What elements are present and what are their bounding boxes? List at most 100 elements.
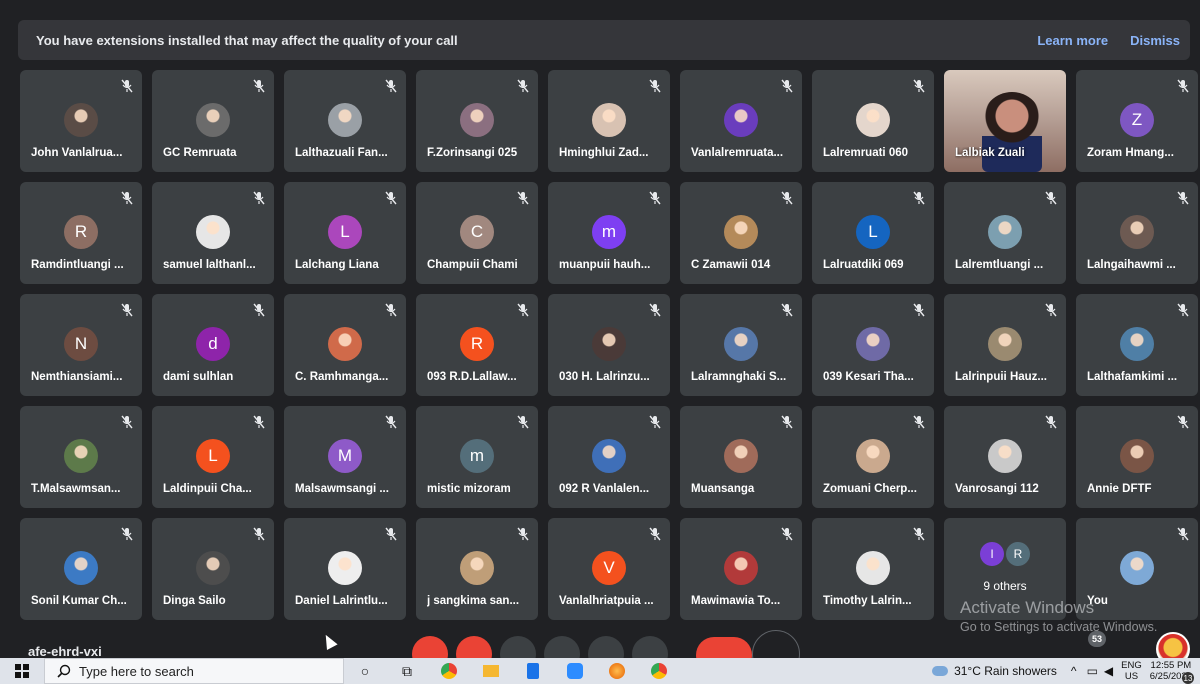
leave-call-button[interactable] — [696, 637, 752, 658]
participant-tile[interactable]: samuel lalthanl... — [152, 182, 274, 284]
participant-tile[interactable]: Lalremtluangi ... — [944, 182, 1066, 284]
participant-tile[interactable]: V Vanlalhriatpuia ... — [548, 518, 670, 620]
participant-tile[interactable]: R 093 R.D.Lallaw... — [416, 294, 538, 396]
participant-tile[interactable]: Muansanga — [680, 406, 802, 508]
cortana-icon[interactable]: ○ — [344, 658, 386, 684]
dismiss-button[interactable]: Dismiss — [1130, 33, 1180, 48]
participant-name: Zomuani Cherp... — [823, 483, 917, 495]
participant-tile[interactable]: L Lalchang Liana — [284, 182, 406, 284]
expand-button[interactable] — [752, 630, 800, 658]
participant-name: You — [1087, 595, 1108, 607]
participant-tile[interactable]: F.Zorinsangi 025 — [416, 70, 538, 172]
photo-avatar — [64, 551, 98, 585]
participant-tile[interactable]: L Lalruatdiki 069 — [812, 182, 934, 284]
more-options-button[interactable] — [632, 636, 668, 658]
participant-name: C Zamawii 014 — [691, 259, 771, 271]
participant-tile[interactable]: m muanpuii hauh... — [548, 182, 670, 284]
participant-tile[interactable]: C. Ramhmanga... — [284, 294, 406, 396]
participant-tile[interactable]: Vanlalremruata... — [680, 70, 802, 172]
participant-tile[interactable]: Daniel Lalrintlu... — [284, 518, 406, 620]
participant-tile[interactable]: C Champuii Chami — [416, 182, 538, 284]
participant-tile[interactable]: Lalbiak Zuali — [944, 70, 1066, 172]
participant-tile[interactable]: R Ramdintluangi ... — [20, 182, 142, 284]
participant-tile[interactable]: GC Remruata — [152, 70, 274, 172]
photo-avatar — [460, 103, 494, 137]
meeting-code: afe-ehrd-vxi — [28, 644, 102, 658]
letter-avatar: V — [592, 551, 626, 585]
participant-tile[interactable]: Annie DFTF — [1076, 406, 1198, 508]
letter-avatar: L — [328, 215, 362, 249]
participant-tile[interactable]: C Zamawii 014 — [680, 182, 802, 284]
participant-tile[interactable]: Lalthafamkimi ... — [1076, 294, 1198, 396]
mic-muted-icon — [780, 415, 794, 429]
start-button[interactable] — [0, 658, 44, 684]
raise-hand-button[interactable] — [544, 636, 580, 658]
participant-tile[interactable]: Mawimawia To... — [680, 518, 802, 620]
participant-tile[interactable]: Dinga Sailo — [152, 518, 274, 620]
participant-tile[interactable]: m mistic mizoram — [416, 406, 538, 508]
participant-name: Muansanga — [691, 483, 755, 495]
photo-avatar — [460, 551, 494, 585]
mic-muted-icon — [516, 303, 530, 317]
participant-name: Champuii Chami — [427, 259, 518, 271]
letter-avatar: m — [460, 439, 494, 473]
mic-muted-icon — [120, 79, 134, 93]
participant-tile[interactable]: 092 R Vanlalen... — [548, 406, 670, 508]
firefox-icon[interactable] — [596, 658, 638, 684]
volume-icon[interactable]: ◀ — [1104, 664, 1113, 678]
mic-muted-icon — [120, 303, 134, 317]
captions-button[interactable] — [500, 636, 536, 658]
participant-tile[interactable]: N Nemthiansiami... — [20, 294, 142, 396]
weather-widget[interactable]: 31°C Rain showers — [932, 664, 1057, 678]
participant-tile[interactable]: Lalthazuali Fan... — [284, 70, 406, 172]
taskbar-search-box[interactable]: Type here to search — [44, 658, 344, 684]
participant-tile[interactable]: Lalngaihawmi ... — [1076, 182, 1198, 284]
photo-avatar — [724, 551, 758, 585]
camera-toggle-button[interactable] — [456, 636, 492, 658]
participant-tile[interactable]: Vanrosangi 112 — [944, 406, 1066, 508]
learn-more-link[interactable]: Learn more — [1037, 33, 1108, 48]
mic-muted-icon — [648, 527, 662, 541]
participant-tile[interactable]: j sangkima san... — [416, 518, 538, 620]
participant-tile[interactable]: You — [1076, 518, 1198, 620]
mic-muted-icon — [648, 415, 662, 429]
meet-window: You have extensions installed that may a… — [8, 12, 1200, 658]
task-view-icon[interactable]: ⧉ — [386, 658, 428, 684]
language-indicator[interactable]: ENG US — [1121, 660, 1142, 682]
participant-tile[interactable]: Lalrinpuii Hauz... — [944, 294, 1066, 396]
participant-tile[interactable]: T.Malsawmsan... — [20, 406, 142, 508]
participant-name: Lalremtluangi ... — [955, 259, 1044, 271]
bluetooth-icon[interactable] — [512, 658, 554, 684]
participant-tile[interactable]: M Malsawmsangi ... — [284, 406, 406, 508]
chrome-icon[interactable] — [428, 658, 470, 684]
letter-avatar: m — [592, 215, 626, 249]
file-explorer-icon[interactable] — [470, 658, 512, 684]
participant-tile[interactable]: John Vanlalrua... — [20, 70, 142, 172]
participant-tile[interactable]: Zomuani Cherp... — [812, 406, 934, 508]
participant-tile[interactable]: Hminghlui Zad... — [548, 70, 670, 172]
photo-avatar — [592, 103, 626, 137]
chevron-up-icon[interactable]: ^ — [1071, 664, 1077, 678]
participant-tile[interactable]: Z Zoram Hmang... — [1076, 70, 1198, 172]
network-icon[interactable]: ▭ — [1087, 664, 1098, 678]
participant-name: Hminghlui Zad... — [559, 147, 649, 159]
participant-tile[interactable]: Timothy Lalrin... — [812, 518, 934, 620]
present-screen-button[interactable] — [588, 636, 624, 658]
mic-muted-icon — [780, 303, 794, 317]
participant-tile[interactable]: Lalramnghaki S... — [680, 294, 802, 396]
participant-tile[interactable]: 039 Kesari Tha... — [812, 294, 934, 396]
zoom-icon[interactable] — [554, 658, 596, 684]
participant-tile[interactable]: 030 H. Lalrinzu... — [548, 294, 670, 396]
participant-tile[interactable]: IR 9 others — [944, 518, 1066, 620]
participant-name: Lalthafamkimi ... — [1087, 371, 1178, 383]
chrome-profile-icon[interactable] — [638, 658, 680, 684]
participant-name: samuel lalthanl... — [163, 259, 256, 271]
participant-tile[interactable]: d dami sulhlan — [152, 294, 274, 396]
participant-name: Zoram Hmang... — [1087, 147, 1174, 159]
participant-tile[interactable]: Sonil Kumar Ch... — [20, 518, 142, 620]
participant-tile[interactable]: L Laldinpuii Cha... — [152, 406, 274, 508]
participant-tile[interactable]: Lalremruati 060 — [812, 70, 934, 172]
microphone-toggle-button[interactable] — [412, 636, 448, 658]
mic-muted-icon — [120, 527, 134, 541]
photo-avatar — [64, 439, 98, 473]
